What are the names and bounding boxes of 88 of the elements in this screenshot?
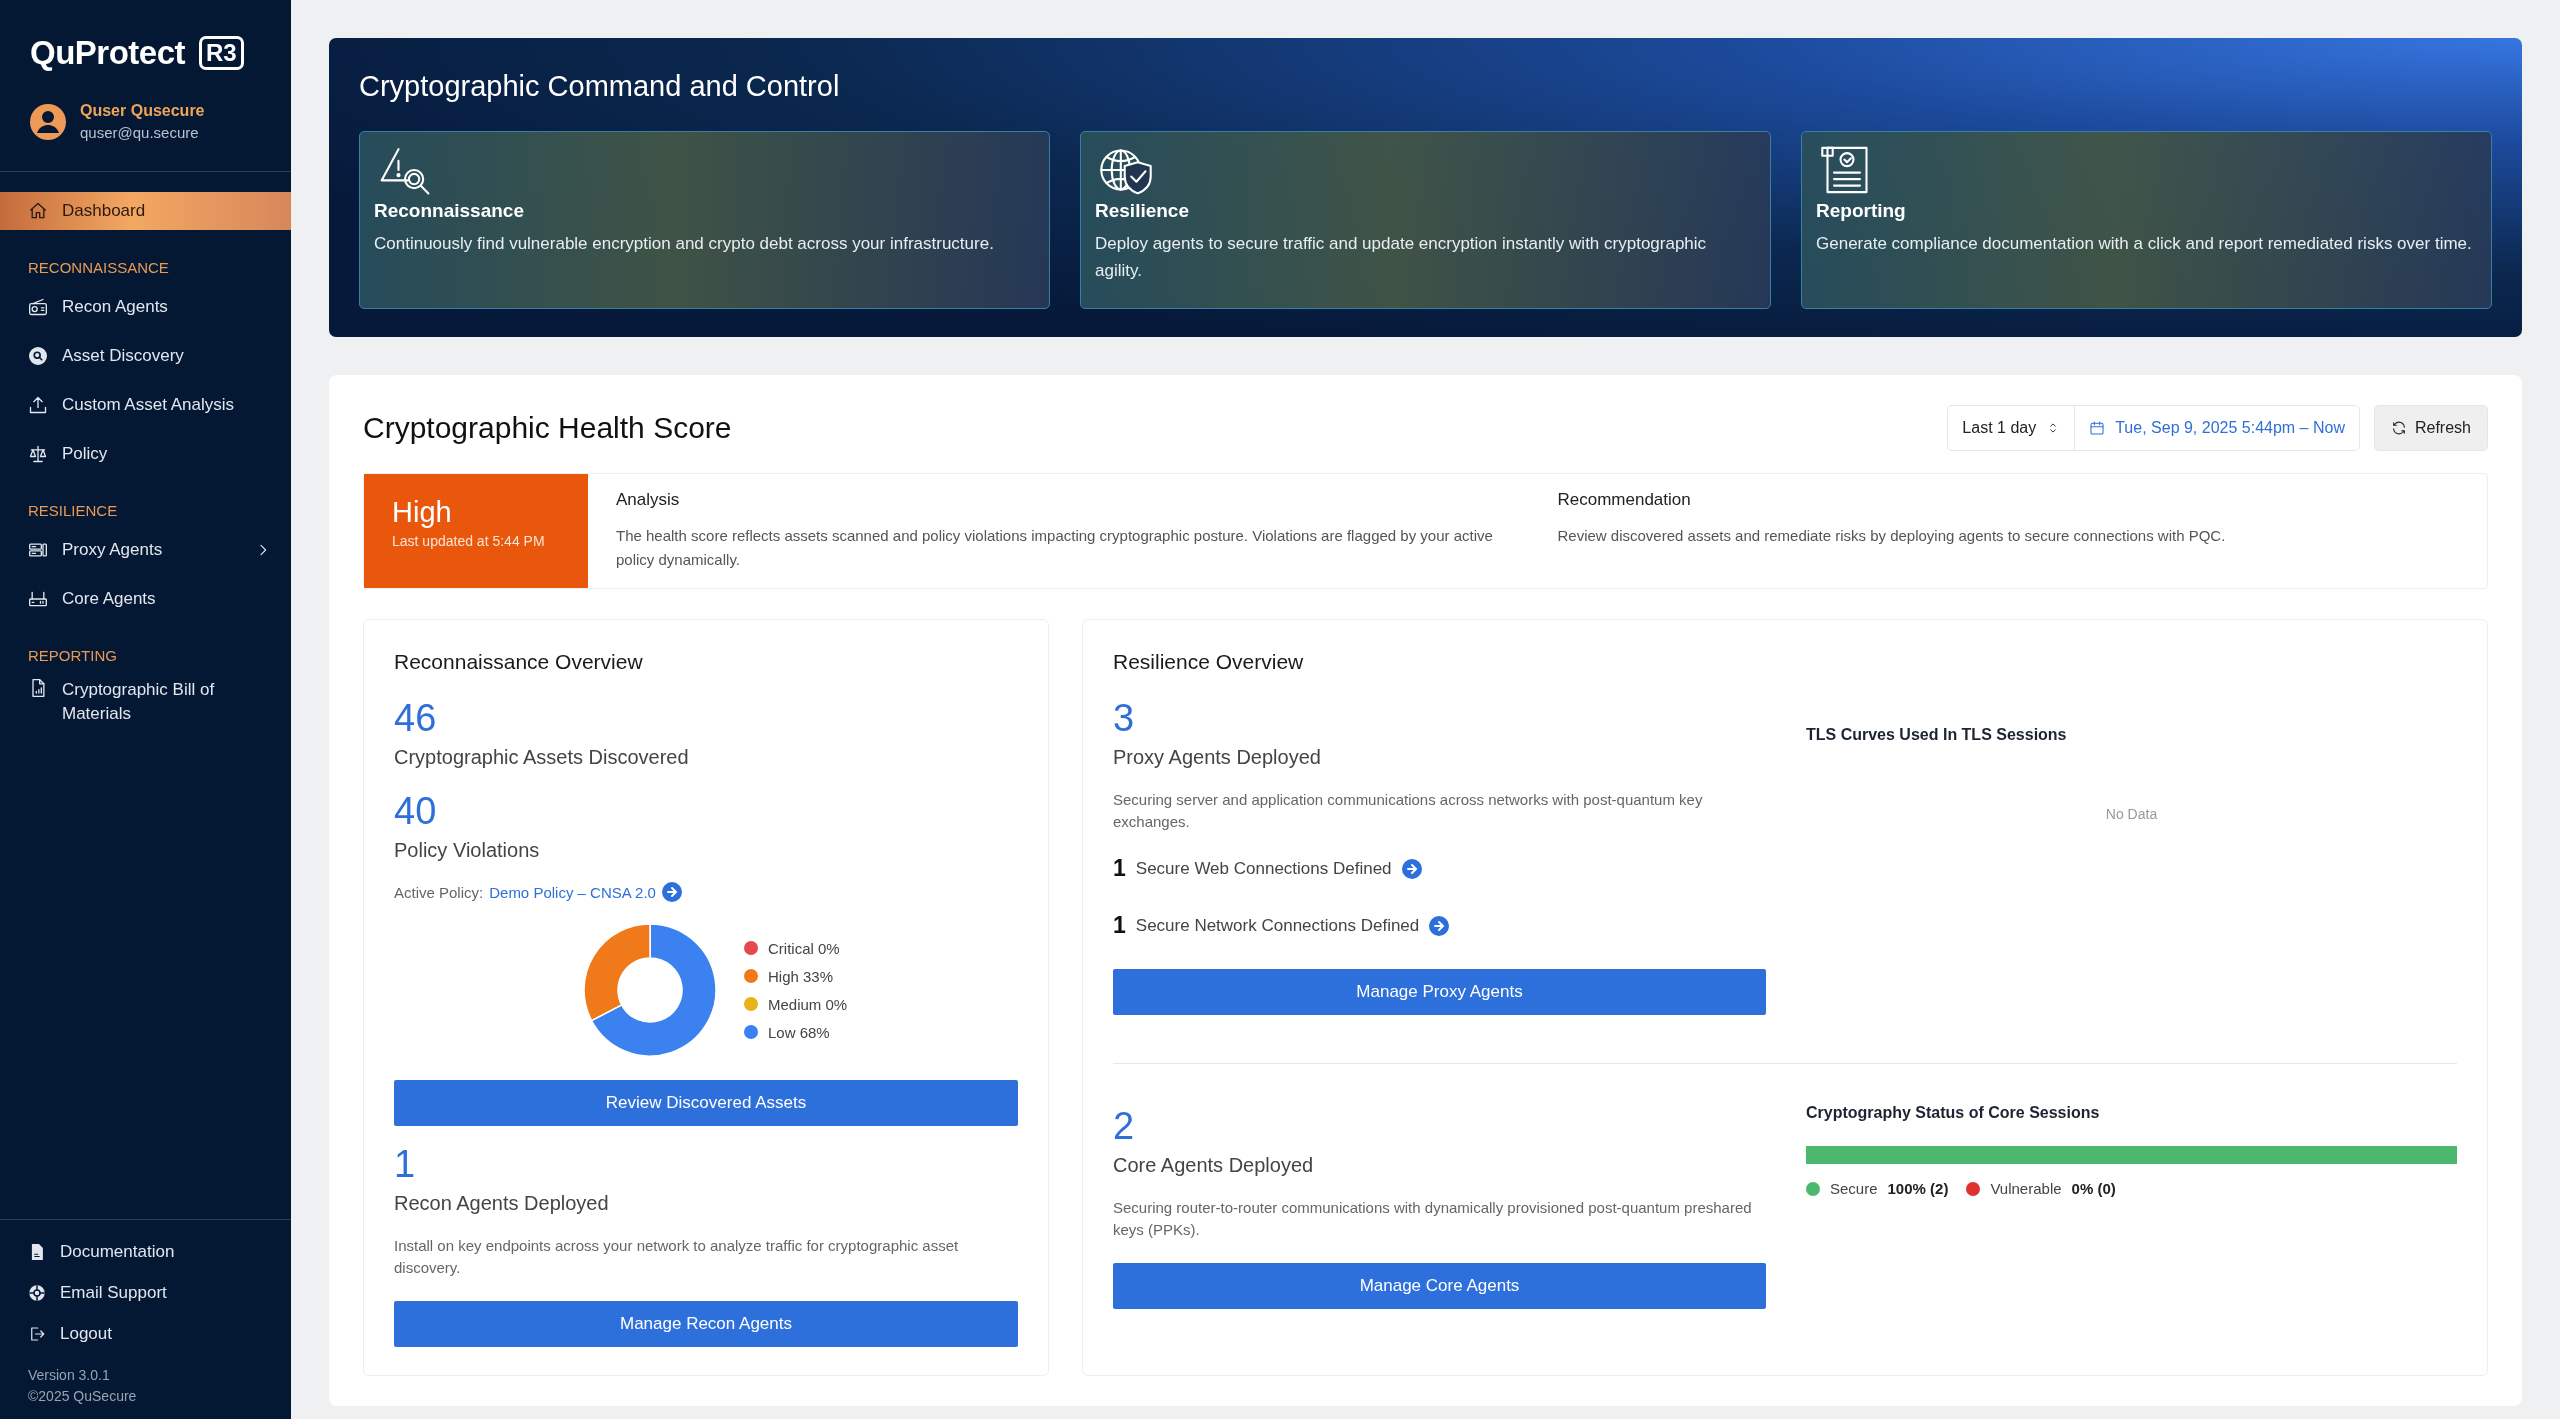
date-range-picker[interactable]: Last 1 day Tue, Sep 9, 2025 5:44pm – Now [1947, 405, 2360, 451]
manage-core-button[interactable]: Manage Core Agents [1113, 1263, 1766, 1309]
nav-item[interactable]: Cryptographic Bill of Materials [0, 676, 291, 726]
nav-item[interactable]: Custom Asset Analysis [0, 386, 291, 424]
policy-link[interactable]: Demo Policy – CNSA 2.0 [489, 883, 656, 901]
logo-mark: R3 [199, 36, 244, 70]
empty-state-text: No Data [2104, 806, 2159, 822]
upload-icon [28, 395, 48, 415]
analysis-title: Analysis [616, 490, 681, 510]
chart-title: TLS Curves Used In TLS Sessions [1806, 726, 2068, 744]
banner-title: Cryptographic Command and Control [359, 70, 841, 103]
stat-label: Proxy Agents Deployed [1113, 746, 1322, 769]
panel-title: Resilience Overview [1113, 650, 1305, 674]
panel-title: Reconnaissance Overview [394, 650, 644, 674]
recommendation-title: Recommendation [1557, 490, 1692, 510]
range-select[interactable]: Last 1 day [1962, 419, 2037, 437]
stat-label: Recon Agents Deployed [394, 1192, 610, 1215]
nav-item[interactable]: Core Agents [0, 580, 291, 618]
card-title: Reporting [1816, 200, 1907, 222]
legend-value: 0% (0) [2071, 1180, 2116, 1197]
legend-label: Critical 0% [768, 939, 840, 957]
chart-title: Cryptography Status of Core Sessions [1806, 1104, 2101, 1122]
logout-icon [28, 1325, 46, 1343]
card-title: Resilience [1095, 200, 1190, 222]
arrow-right-icon[interactable] [661, 882, 682, 902]
stat-value: 3 [1113, 696, 1136, 740]
stat-label: Policy Violations [394, 839, 541, 862]
card-description: Continuously find vulnerable encryption and crypto debt across your infrastructure. [374, 233, 995, 255]
user-email: quser@qu.secure [80, 124, 200, 141]
radio-icon [28, 297, 48, 317]
date-range[interactable]: Tue, Sep 9, 2025 5:44pm – Now [2115, 419, 2345, 437]
card-description: Generate compliance documentation with a click and report remediated risks over time. [1816, 233, 2473, 255]
home-icon [28, 201, 48, 221]
avatar-icon [30, 103, 66, 140]
connection-count: 1 [1113, 855, 1126, 882]
version-text: Version 3.0.1 [28, 1366, 111, 1385]
nav-item[interactable]: Recon Agents [0, 288, 291, 326]
connection-label: Secure Web Connections Defined [1135, 858, 1392, 879]
description-text: Securing router-to-router communications with dynamically provisioned post-quantum preshared keys (PPKs). [1113, 1198, 1753, 1240]
section-title: Cryptographic Health Score [363, 411, 732, 445]
analysis-text: The health score reflects assets scanned and policy violations impacting cryptographic posture. Violations are flagged by your active policy dynamically. [616, 526, 1494, 570]
arrow-right-icon[interactable] [1401, 858, 1422, 879]
search-icon [28, 346, 48, 366]
section-heading: RECONNAISSANCE [27, 258, 170, 278]
card-description: Deploy agents to secure traffic and update encryption instantly with cryptographic agility. [1095, 233, 1708, 282]
scales-icon [28, 444, 48, 464]
nav-item[interactable]: Policy [0, 435, 291, 473]
footer-link[interactable]: Logout [28, 1324, 291, 1344]
legend-label: High 33% [768, 967, 834, 985]
user-name: Quser Qusecure [80, 102, 205, 120]
last-updated: Last updated at 5:44 PM [392, 533, 546, 549]
review-assets-button[interactable]: Review Discovered Assets [394, 1080, 1018, 1126]
stat-value: 2 [1113, 1104, 1136, 1148]
copyright-text: ©2025 QuSecure [28, 1387, 138, 1406]
legend-value: 100% (2) [1887, 1180, 1949, 1197]
section-heading: REPORTING [27, 646, 118, 666]
manage-proxy-button[interactable]: Manage Proxy Agents [1113, 969, 1766, 1015]
section-heading: RESILIENCE [27, 501, 119, 521]
router-icon [28, 589, 48, 609]
legend-label: Medium 0% [768, 995, 848, 1013]
legend-label: Secure [1830, 1180, 1878, 1197]
description-text: Install on key endpoints across your network to analyze traffic for cryptographic asset discovery. [394, 1236, 960, 1278]
lifebuoy-icon [28, 1284, 46, 1302]
refresh-button[interactable]: Refresh [2373, 405, 2488, 451]
nav-item[interactable]: Asset Discovery [0, 337, 291, 375]
nav-item[interactable]: Dashboard [0, 192, 291, 230]
footer-link[interactable]: Documentation [28, 1242, 291, 1262]
footer-link[interactable]: Email Support [28, 1283, 291, 1303]
stat-label: Cryptographic Assets Discovered [394, 746, 690, 769]
legend-label: Vulnerable [1990, 1180, 2062, 1197]
calendar-icon [2089, 420, 2106, 436]
stat-value: 46 [394, 696, 438, 740]
policy-label: Active Policy: [394, 883, 484, 901]
stat-value: 40 [394, 789, 438, 833]
score-value: High [392, 496, 453, 529]
stat-value: 1 [394, 1142, 417, 1186]
refresh-icon [2390, 420, 2407, 436]
description-text: Securing server and application communications across networks with post-quantum key exchanges. [1113, 790, 1704, 832]
recommendation-text: Review discovered assets and remediate risks by deploying agents to secure connections with PQC. [1557, 526, 2227, 546]
connection-count: 1 [1113, 912, 1126, 939]
nav-item[interactable]: Proxy Agents [0, 531, 291, 569]
card-title: Reconnaissance [374, 200, 525, 222]
connection-label: Secure Network Connections Defined [1135, 915, 1420, 936]
stat-label: Core Agents Deployed [1113, 1154, 1315, 1177]
manage-recon-button[interactable]: Manage Recon Agents [394, 1301, 1018, 1347]
app-logo: QuProtect [30, 34, 186, 72]
arrow-right-icon[interactable] [1429, 915, 1450, 936]
legend-label: Low 68% [768, 1023, 830, 1041]
